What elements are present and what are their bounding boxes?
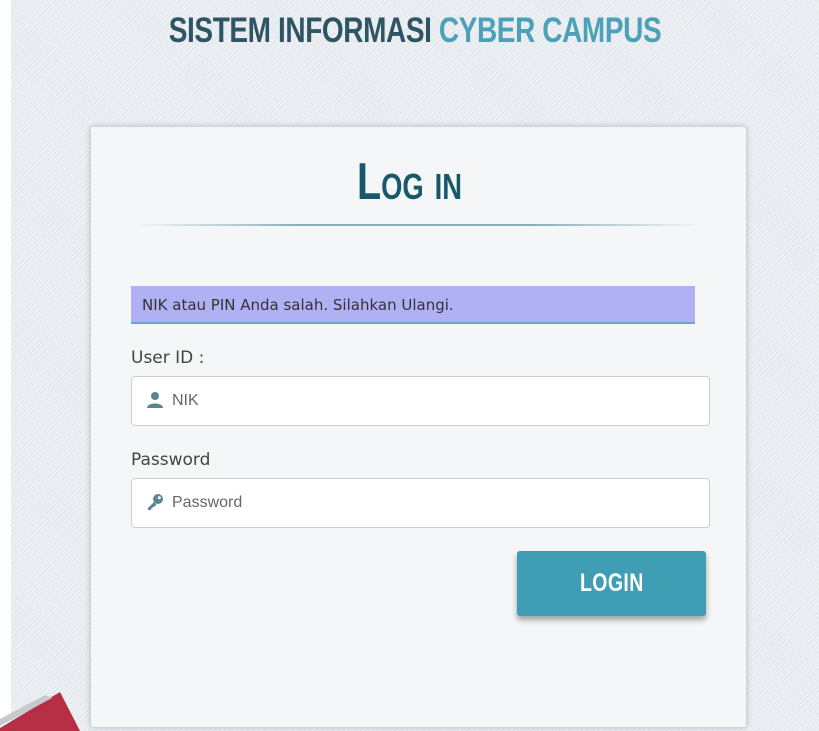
app-title: SISTEM INFORMASI CYBER CAMPUS	[92, 8, 738, 54]
user-icon	[147, 392, 163, 408]
app-title-part2: CYBER CAMPUS	[438, 11, 662, 50]
key-icon	[148, 494, 163, 510]
login-button[interactable]: LOGIN	[517, 551, 706, 616]
login-heading: Log in	[356, 153, 463, 211]
password-input[interactable]	[172, 479, 692, 527]
login-card	[90, 126, 747, 728]
nik-input[interactable]	[172, 377, 692, 425]
app-title-part1: SISTEM INFORMASI	[168, 11, 432, 50]
error-alert: NIK atau PIN Anda salah. Silahkan Ulangi…	[131, 286, 695, 324]
login-button-label: LOGIN	[579, 569, 644, 597]
user-id-field[interactable]	[131, 376, 710, 426]
watermark-logo	[0, 692, 80, 731]
user-id-label: User ID :	[131, 348, 205, 368]
password-label: Password	[131, 450, 211, 470]
heading-divider	[132, 224, 702, 226]
password-field[interactable]	[131, 478, 710, 528]
